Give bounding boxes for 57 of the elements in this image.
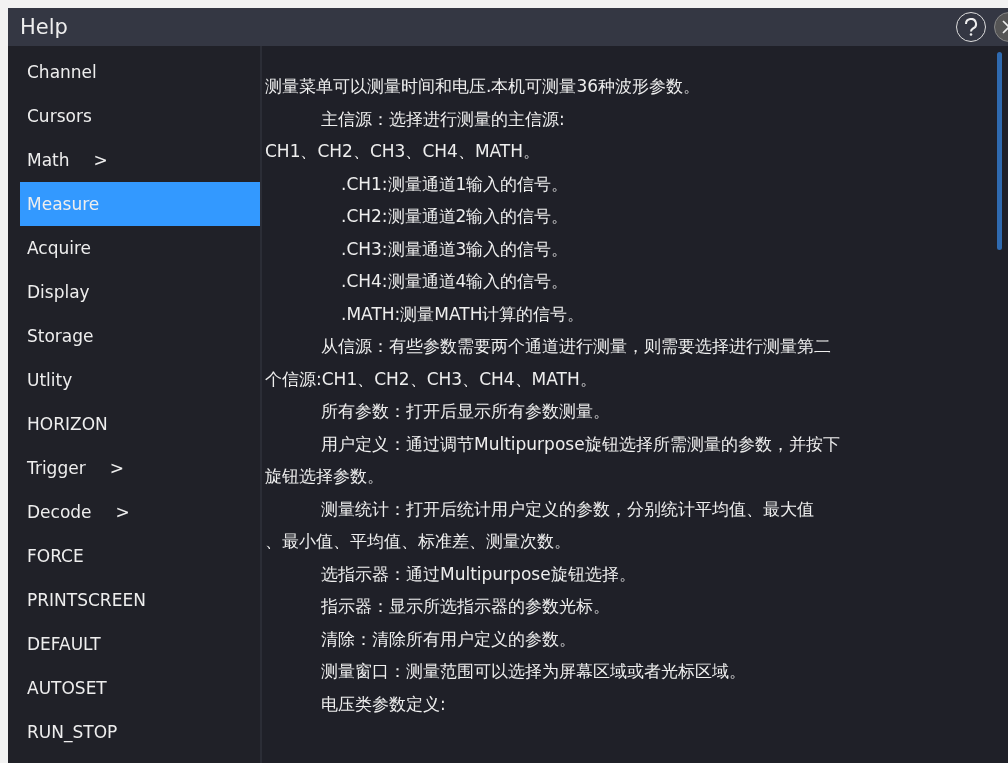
help-text-line: .CH2:测量通道2输入的信号。 bbox=[340, 205, 570, 228]
sidebar-item[interactable]: Storage bbox=[20, 314, 260, 358]
item-label: Math bbox=[27, 150, 70, 170]
sidebar-item[interactable]: FORCE bbox=[20, 534, 260, 578]
item-label: HORIZON bbox=[27, 414, 108, 434]
item-label: Display bbox=[27, 282, 90, 302]
help-text-line: 、最小值、平均值、标准差、测量次数。 bbox=[265, 530, 572, 553]
item-label: PRINTSCREEN bbox=[27, 590, 146, 610]
help-text-line: 测量窗口：测量范围可以选择为屏幕区域或者光标区域。 bbox=[320, 660, 747, 683]
item-label: FORCE bbox=[27, 546, 84, 566]
help-text-line: .CH1:测量通道1输入的信号。 bbox=[340, 172, 570, 196]
help-text-line: CH1、CH2、CH3、CH4、MATH。 bbox=[265, 140, 542, 163]
chevron-text: > bbox=[109, 458, 124, 478]
help-text-line: 清除：清除所有用户定义的参数。 bbox=[320, 627, 577, 651]
sidebar-item[interactable]: AUTOSET bbox=[20, 666, 260, 710]
item-label: AUTOSET bbox=[27, 678, 107, 698]
item-label: Decode bbox=[27, 502, 92, 522]
help-text-line: 个信源:CH1、CH2、CH3、CH4、MATH。 bbox=[265, 367, 598, 391]
window-title: Help bbox=[20, 15, 69, 39]
help-text-line: 测量统计：打开后统计用户定义的参数，分别统计平均值、最大值 bbox=[320, 497, 815, 521]
sidebar-item[interactable]: Display bbox=[20, 270, 260, 314]
sidebar-item[interactable]: DEFAULT bbox=[20, 622, 260, 666]
chevron-text: > bbox=[115, 502, 130, 522]
sidebar-item[interactable]: Acquire bbox=[20, 226, 260, 270]
help-text-line: 选指示器：通过Multipurpose旋钮选择。 bbox=[320, 562, 637, 586]
help-text-line: 主信源：选择进行测量的主信源: bbox=[320, 107, 566, 131]
sidebar-item[interactable]: RUN_STOP bbox=[20, 710, 260, 754]
sidebar-item[interactable]: Cursors bbox=[20, 94, 260, 138]
help-text-line: 所有参数：打开后显示所有参数测量。 bbox=[320, 400, 611, 423]
question-icon bbox=[963, 18, 979, 36]
sidebar-item[interactable]: Decode > bbox=[20, 490, 260, 534]
item-label: RUN_STOP bbox=[27, 722, 118, 742]
item-label: Cursors bbox=[27, 106, 92, 126]
item-label: Trigger bbox=[27, 458, 86, 478]
help-text-line: 指示器：显示所选指示器的参数光标。 bbox=[320, 595, 611, 618]
help-text-line: .CH3:测量通道3输入的信号。 bbox=[340, 237, 570, 261]
help-text-line: 用户定义：通过调节Multipurpose旋钮选择所需测量的参数，并按下 bbox=[320, 432, 841, 456]
help-text-line: 测量菜单可以测量时间和电压.本机可测量36种波形参数。 bbox=[265, 75, 702, 98]
help-text-line: .MATH:测量MATH计算的信号。 bbox=[340, 302, 586, 326]
item-label: Acquire bbox=[27, 238, 92, 258]
item-label: Storage bbox=[27, 326, 94, 346]
help-text-line: 旋钮选择参数。 bbox=[265, 465, 385, 488]
sidebar-item[interactable]: Utlity bbox=[20, 358, 260, 402]
sidebar-item[interactable]: Math > bbox=[20, 138, 260, 182]
item-label: DEFAULT bbox=[27, 634, 101, 654]
help-text-line: 电压类参数定义: bbox=[320, 692, 447, 716]
sidebar-item[interactable]: Channel bbox=[20, 50, 260, 94]
item-label: Measure bbox=[27, 194, 100, 214]
item-label: Channel bbox=[27, 62, 97, 82]
scrollbar[interactable] bbox=[997, 52, 1002, 250]
help-text-line: 从信源：有些参数需要两个通道进行测量，则需要选择进行测量第二 bbox=[320, 335, 832, 358]
chevron-text: > bbox=[93, 150, 108, 170]
sidebar-item[interactable]: HORIZON bbox=[20, 402, 260, 446]
help-text-line: .CH4:测量通道4输入的信号。 bbox=[340, 270, 570, 293]
item-label: Utlity bbox=[27, 370, 73, 390]
sidebar-item[interactable]: Trigger > bbox=[20, 446, 260, 490]
sidebar-item[interactable]: PRINTSCREEN bbox=[20, 578, 260, 622]
